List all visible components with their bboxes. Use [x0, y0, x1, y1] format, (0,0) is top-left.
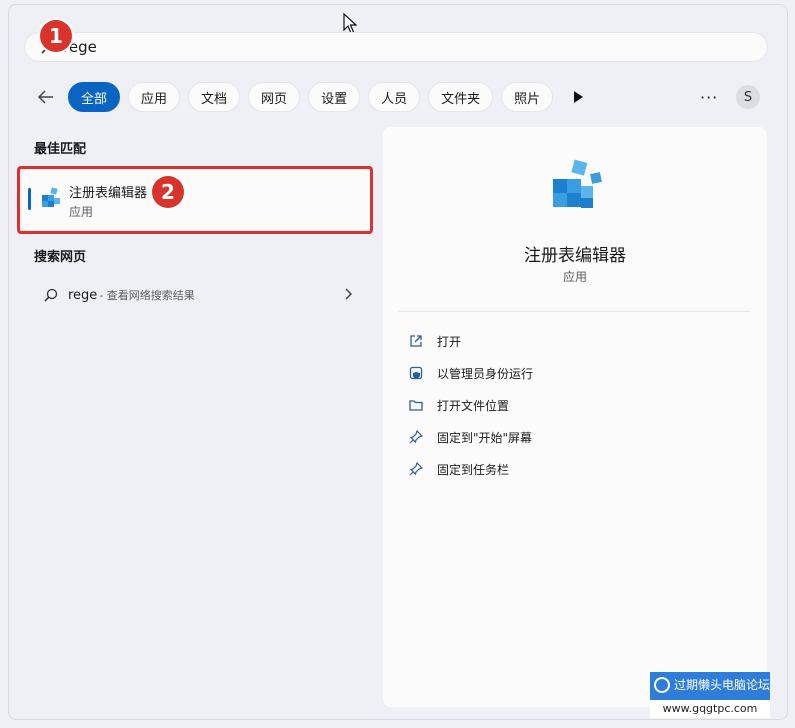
pin-icon: [409, 462, 423, 476]
filter-bar: 全部 应用 文档 网页 设置 人员 文件夹 照片 ··· S: [36, 81, 766, 113]
action-pin-to-start-label: 固定到"开始"屏幕: [437, 430, 533, 445]
filter-tab-settings[interactable]: 设置: [308, 82, 361, 112]
filter-tab-web[interactable]: 网页: [248, 82, 301, 112]
step-badge-1: 1: [40, 20, 72, 52]
best-match-heading: 最佳匹配: [34, 142, 87, 157]
action-open-label: 打开: [437, 334, 462, 349]
divider: [399, 311, 751, 312]
action-pin-to-taskbar[interactable]: 固定到任务栏: [409, 458, 509, 480]
pin-icon: [409, 430, 423, 444]
web-result-term: rege: [68, 287, 98, 303]
action-open-file-location-label: 打开文件位置: [437, 398, 510, 413]
filter-tab-documents[interactable]: 文档: [188, 82, 241, 112]
filter-tab-people[interactable]: 人员: [368, 82, 421, 112]
detail-app-name: 注册表编辑器: [524, 246, 626, 266]
watermark-url: www.gqgtpc.com: [650, 700, 770, 718]
filter-tab-apps[interactable]: 应用: [128, 82, 181, 112]
play-more-filters-icon[interactable]: [571, 90, 585, 104]
web-search-heading: 搜索网页: [34, 250, 87, 265]
filter-tab-all[interactable]: 全部: [68, 82, 121, 112]
filter-tab-folders[interactable]: 文件夹: [428, 82, 494, 112]
action-run-as-admin-label: 以管理员身份运行: [437, 366, 534, 381]
watermark-circle-icon: [654, 676, 670, 693]
watermark-title: 过期懒头电脑论坛: [674, 678, 771, 692]
search-icon: [44, 288, 58, 302]
more-options-icon[interactable]: ···: [700, 88, 718, 107]
detail-app-type: 应用: [562, 270, 587, 284]
avatar[interactable]: S: [736, 85, 760, 109]
registry-editor-large-icon: [553, 159, 602, 208]
step-badge-2: 2: [152, 176, 184, 208]
filter-tab-photos[interactable]: 照片: [501, 82, 554, 112]
annotation-highlight-box: [17, 166, 373, 234]
watermark-logo: 过期懒头电脑论坛 www.gqgtpc.com: [650, 672, 770, 718]
action-open[interactable]: 打开: [409, 330, 461, 352]
admin-shield-icon: [409, 366, 423, 380]
action-pin-to-start[interactable]: 固定到"开始"屏幕: [409, 426, 532, 448]
folder-icon: [409, 400, 423, 411]
web-result-description: - 查看网络搜索结果: [99, 289, 195, 302]
open-icon: [410, 335, 422, 347]
action-open-file-location[interactable]: 打开文件位置: [409, 394, 509, 416]
web-search-result[interactable]: rege - 查看网络搜索结果: [22, 280, 370, 310]
action-pin-to-taskbar-label: 固定到任务栏: [437, 462, 510, 477]
back-arrow-icon[interactable]: [36, 87, 56, 107]
details-pane: 注册表编辑器 应用 打开 以管理员身份运行 打开文件位置 固定到"开始"屏幕 固…: [383, 127, 767, 707]
search-input[interactable]: rege: [24, 32, 768, 62]
chevron-right-icon: [345, 288, 352, 300]
action-run-as-admin[interactable]: 以管理员身份运行: [409, 362, 533, 384]
